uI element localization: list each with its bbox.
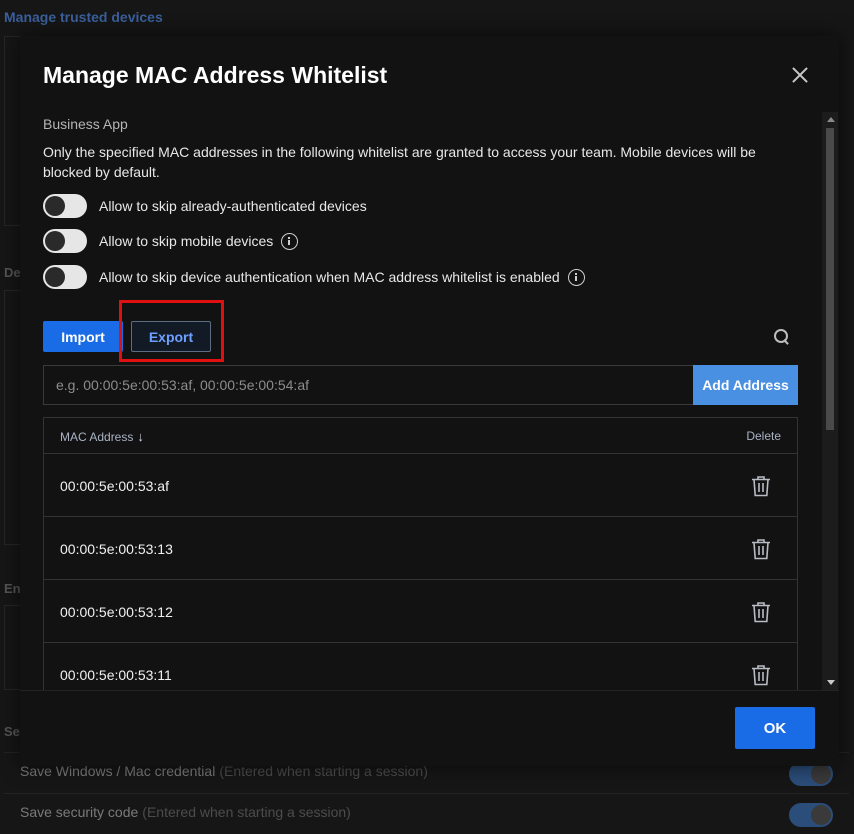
toggle-row-skip-authenticated: Allow to skip already-authenticated devi… (43, 194, 367, 218)
table-header: MAC Address ↓ Delete (44, 418, 797, 454)
trash-icon[interactable] (751, 538, 771, 560)
toggle-label: Allow to skip mobile devices (99, 233, 274, 249)
dialog-content: Business App Only the specified MAC addr… (20, 112, 824, 690)
mac-address-table: MAC Address ↓ Delete 00:00:5e:00:53:af 0… (43, 417, 798, 690)
mac-address-cell: 00:00:5e:00:53:13 (60, 541, 173, 557)
toggle-label: Allow to skip already-authenticated devi… (99, 198, 367, 214)
background-side-label: De (4, 265, 21, 280)
footer-divider (20, 690, 839, 691)
background-row-label: Save security code (20, 804, 139, 820)
close-icon[interactable] (791, 66, 809, 84)
mac-address-cell: 00:00:5e:00:53:af (60, 478, 169, 494)
ok-button[interactable]: OK (735, 707, 815, 749)
toggle-knob (45, 196, 65, 216)
info-icon[interactable] (567, 268, 585, 286)
background-side-label: Se (4, 724, 20, 739)
search-icon[interactable] (774, 329, 790, 345)
background-toggle (789, 803, 833, 827)
sort-down-icon: ↓ (137, 429, 144, 444)
skip-authenticated-toggle[interactable] (43, 194, 87, 218)
skip-device-auth-toggle[interactable] (43, 265, 87, 289)
trash-icon[interactable] (751, 601, 771, 623)
delete-column-header: Delete (746, 429, 781, 443)
section-label: Business App (43, 116, 128, 132)
info-icon[interactable] (281, 232, 299, 250)
toggle-knob (45, 231, 65, 251)
trash-icon[interactable] (751, 475, 771, 497)
dialog-title: Manage MAC Address Whitelist (43, 62, 388, 88)
table-row: 00:00:5e:00:53:af (44, 454, 797, 517)
skip-mobile-toggle[interactable] (43, 229, 87, 253)
scroll-up-icon[interactable] (827, 117, 835, 122)
mac-address-column-header[interactable]: MAC Address ↓ (60, 429, 144, 444)
whitelist-description: Only the specified MAC addresses in the … (43, 144, 756, 180)
mac-address-cell: 00:00:5e:00:53:11 (60, 667, 172, 683)
background-row: Save security code (Entered when starting… (4, 793, 849, 831)
vertical-scrollbar[interactable] (822, 112, 838, 690)
column-label: MAC Address (60, 429, 134, 444)
table-row: 00:00:5e:00:53:11 (44, 643, 797, 690)
toggle-label: Allow to skip device authentication when… (99, 269, 560, 285)
table-row: 00:00:5e:00:53:13 (44, 517, 797, 580)
toggle-knob (45, 267, 65, 287)
mac-address-input[interactable] (43, 365, 695, 405)
background-side-label: En (4, 581, 21, 596)
add-address-button[interactable]: Add Address (693, 365, 798, 405)
background-title: Manage trusted devices (4, 9, 163, 25)
import-button[interactable]: Import (43, 321, 123, 352)
background-row-hint: (Entered when starting a session) (142, 804, 351, 820)
table-row: 00:00:5e:00:53:12 (44, 580, 797, 643)
toggle-row-skip-device-auth: Allow to skip device authentication when… (43, 265, 585, 289)
export-button[interactable]: Export (131, 321, 211, 352)
mac-address-cell: 00:00:5e:00:53:12 (60, 604, 173, 620)
trash-icon[interactable] (751, 664, 771, 686)
scrollbar-thumb[interactable] (826, 128, 834, 430)
mac-whitelist-dialog: Manage MAC Address Whitelist Business Ap… (20, 36, 839, 766)
scroll-down-icon[interactable] (827, 680, 835, 685)
toggle-row-skip-mobile: Allow to skip mobile devices (43, 229, 299, 253)
